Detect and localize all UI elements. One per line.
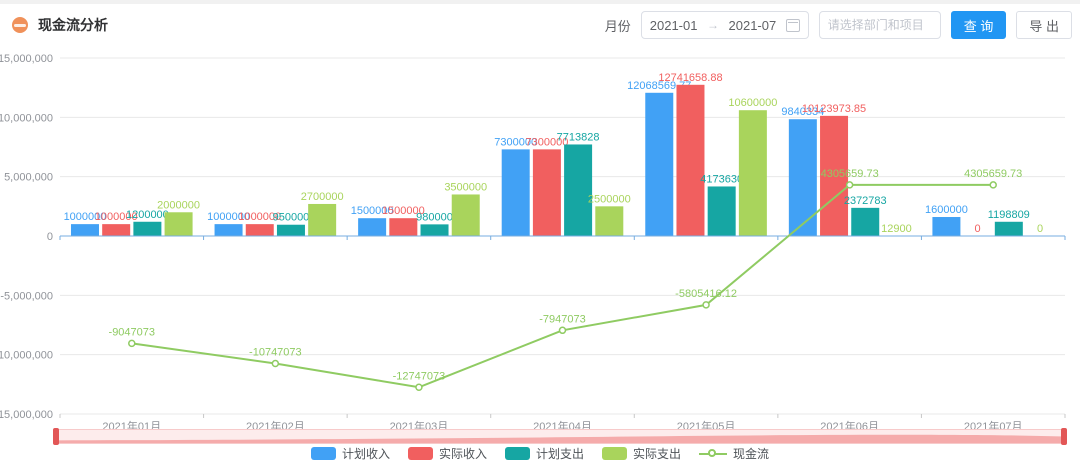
bar-计划收入-2021年02月[interactable] [215, 224, 243, 236]
legend-item-实际收入[interactable]: 实际收入 [408, 445, 487, 462]
page-title: 现金流分析 [38, 15, 108, 35]
y-tick-label: 10,000,000 [0, 112, 53, 124]
datazoom-left-handle[interactable] [53, 428, 59, 445]
y-tick-label: 5,000,000 [4, 172, 53, 184]
date-range-arrow-icon: → [707, 18, 719, 32]
bar-label: 980000 [416, 211, 453, 223]
y-tick-label: -15,000,000 [0, 409, 53, 421]
query-button[interactable]: 查 询 [951, 11, 1007, 39]
datazoom-data-shadow [56, 430, 1064, 443]
y-tick-label: 15,000,000 [0, 53, 53, 65]
legend-label: 现金流 [733, 445, 769, 462]
date-end-value[interactable]: 2021-07 [729, 18, 777, 33]
bar-label: 1198809 [988, 209, 1030, 221]
bar-实际收入-2021年03月[interactable] [389, 218, 417, 236]
bar-计划支出-2021年01月[interactable] [133, 222, 161, 236]
bar-label: 2500000 [588, 193, 631, 205]
cashflow-point-2021年02月[interactable] [272, 361, 278, 367]
datazoom-right-handle[interactable] [1061, 428, 1067, 445]
calendar-icon [786, 19, 800, 32]
bar-label: 2700000 [301, 191, 344, 203]
legend-marker-icon [408, 447, 433, 460]
bar-计划支出-2021年07月[interactable] [995, 222, 1023, 236]
cashflow-point-2021年06月[interactable] [847, 182, 853, 188]
bar-实际收入-2021年02月[interactable] [246, 224, 274, 236]
bar-label: 12741658.88 [658, 72, 722, 84]
bar-计划收入-2021年07月[interactable] [932, 217, 960, 236]
bar-实际收入-2021年01月[interactable] [102, 224, 130, 236]
bar-计划收入-2021年06月[interactable] [789, 119, 817, 236]
cashflow-point-2021年04月[interactable] [560, 327, 566, 333]
month-label: 月份 [605, 16, 631, 35]
bar-实际支出-2021年01月[interactable] [165, 212, 193, 236]
bar-计划支出-2021年06月[interactable] [851, 208, 879, 236]
legend-label: 实际收入 [439, 445, 487, 462]
legend-label: 计划支出 [536, 445, 584, 462]
y-tick-label: -10,000,000 [0, 350, 53, 362]
bar-计划收入-2021年05月[interactable] [645, 93, 673, 236]
bar-label: 2000000 [157, 199, 200, 211]
cashflow-point-2021年01月[interactable] [129, 340, 135, 346]
legend-item-现金流[interactable]: 现金流 [699, 445, 769, 462]
cashflow-point-label: -9047073 [109, 326, 156, 338]
header-controls: 月份 2021-01 → 2021-07 查 询 导 出 [605, 11, 1072, 39]
date-range-picker[interactable]: 2021-01 → 2021-07 [641, 11, 809, 39]
bar-计划支出-2021年03月[interactable] [421, 224, 449, 236]
department-project-input[interactable] [819, 11, 941, 39]
legend-label: 实际支出 [633, 445, 681, 462]
legend-marker-icon [311, 447, 336, 460]
legend-label: 计划收入 [342, 445, 390, 462]
bar-实际收入-2021年05月[interactable] [676, 85, 704, 236]
bar-计划收入-2021年03月[interactable] [358, 218, 386, 236]
cashflow-chart: 15,000,000 10,000,000 5,000,000 0 -5,000,000… [0, 46, 1080, 463]
bar-实际收入-2021年04月[interactable] [533, 149, 561, 236]
cashflow-point-2021年07月[interactable] [990, 182, 996, 188]
bar-label: 3500000 [444, 181, 487, 193]
export-button[interactable]: 导 出 [1016, 11, 1072, 39]
legend-item-实际支出[interactable]: 实际支出 [602, 445, 681, 462]
bar-label: 0 [1037, 223, 1043, 235]
bar-label: 1600000 [925, 204, 968, 216]
cashflow-point-2021年05月[interactable] [703, 302, 709, 308]
cashflow-analysis-page: 现金流分析 月份 2021-01 → 2021-07 查 询 导 出 15,00… [0, 0, 1080, 463]
cashflow-point-label: -7947073 [539, 313, 586, 325]
cashflow-point-label: -12747073 [393, 370, 446, 382]
bar-实际支出-2021年03月[interactable] [452, 194, 480, 236]
bar-计划支出-2021年02月[interactable] [277, 225, 305, 236]
y-tick-label: -5,000,000 [0, 290, 53, 302]
cashflow-point-label: -10747073 [249, 347, 302, 359]
cashflow-point-2021年03月[interactable] [416, 384, 422, 390]
bar-label: 950000 [273, 212, 310, 224]
cashflow-point-label: 4305659.73 [821, 168, 879, 180]
date-start-value[interactable]: 2021-01 [650, 18, 698, 33]
bar-label: 2372783 [844, 195, 887, 207]
chart-legend: 计划收入 实际收入 计划支出 实际支出 现金流 [0, 444, 1080, 462]
app-icon [12, 17, 28, 33]
bar-实际支出-2021年05月[interactable] [739, 110, 767, 236]
bar-label: 12900 [881, 223, 912, 235]
bar-计划支出-2021年05月[interactable] [708, 186, 736, 236]
bar-label: 0 [975, 223, 981, 235]
bar-计划收入-2021年04月[interactable] [502, 149, 530, 236]
bar-label: 4173630 [700, 173, 743, 185]
bar-实际支出-2021年04月[interactable] [595, 206, 623, 236]
datazoom-slider[interactable] [55, 429, 1065, 444]
cashflow-point-label: -5805416.12 [675, 288, 737, 300]
y-tick-label: 0 [47, 231, 53, 243]
bar-计划收入-2021年01月[interactable] [71, 224, 99, 236]
legend-marker-icon [505, 447, 530, 460]
bar-label: 10600000 [728, 97, 777, 109]
bar-label: 7713828 [557, 131, 600, 143]
legend-item-计划支出[interactable]: 计划支出 [505, 445, 584, 462]
bar-label: 10123973.85 [802, 103, 866, 115]
legend-line-marker-icon [699, 447, 727, 460]
cashflow-point-label: 4305659.73 [964, 168, 1022, 180]
legend-marker-icon [602, 447, 627, 460]
bar-计划支出-2021年04月[interactable] [564, 144, 592, 236]
header: 现金流分析 月份 2021-01 → 2021-07 查 询 导 出 [0, 4, 1080, 46]
legend-item-计划收入[interactable]: 计划收入 [311, 445, 390, 462]
bar-实际支出-2021年02月[interactable] [308, 204, 336, 236]
